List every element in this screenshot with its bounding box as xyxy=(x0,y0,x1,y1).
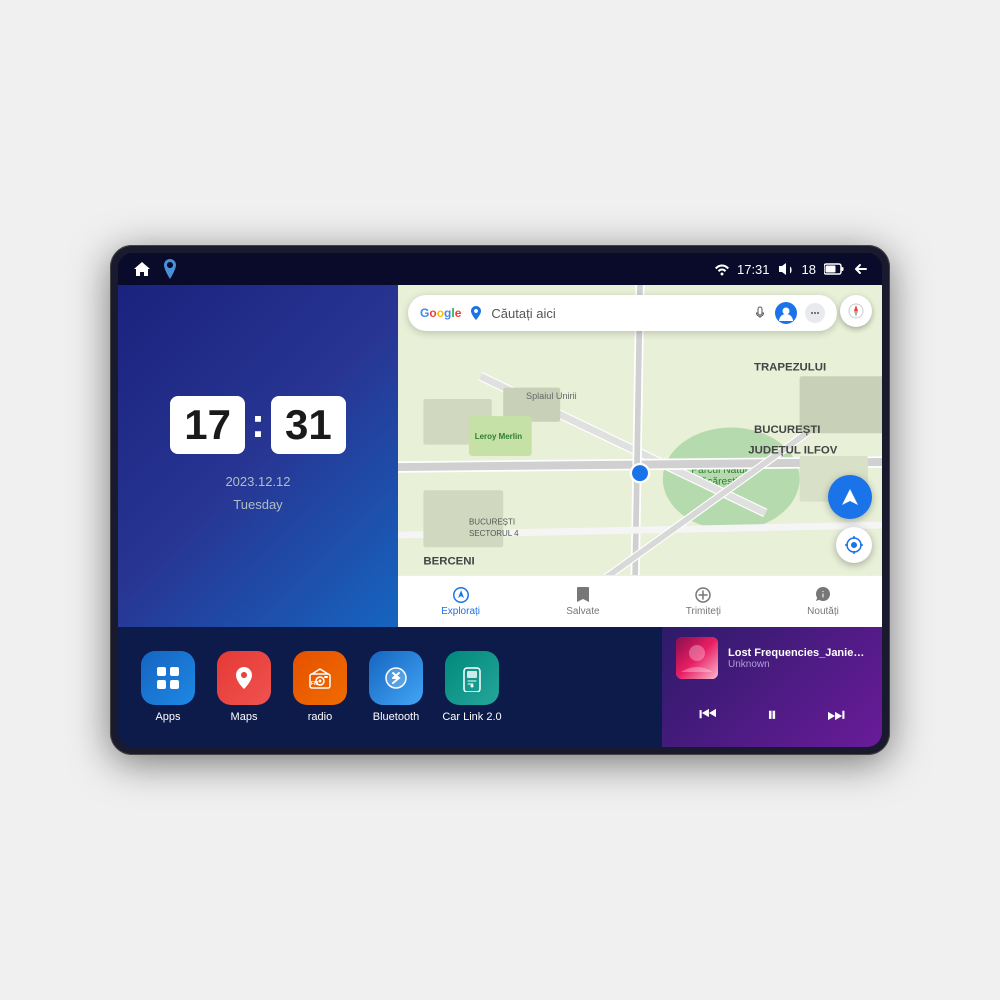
map-panel[interactable]: Parcul Natural Văcărești xyxy=(398,285,882,627)
explore-icon xyxy=(452,586,470,604)
back-icon[interactable] xyxy=(852,261,868,277)
map-contribute-btn[interactable]: Trimiteți xyxy=(686,586,721,617)
clock-panel: 17 : 31 2023.12.12 Tuesday xyxy=(118,285,398,627)
music-text: Lost Frequencies_Janieck Devy-... Unknow… xyxy=(728,647,868,670)
radio-icon: FM xyxy=(293,651,347,705)
maps-label: Maps xyxy=(231,711,258,723)
more-icon[interactable] xyxy=(805,303,825,323)
bluetooth-label: Bluetooth xyxy=(373,711,419,723)
svg-text:SECTORUL 4: SECTORUL 4 xyxy=(469,529,519,538)
svg-text:FM: FM xyxy=(311,681,318,687)
svg-text:Splaiul Unirii: Splaiul Unirii xyxy=(526,391,577,401)
map-saved-btn[interactable]: Salvate xyxy=(566,586,599,617)
apps-label: Apps xyxy=(155,711,180,723)
contribute-icon xyxy=(694,586,712,604)
map-search-bar[interactable]: Google Căutați aici xyxy=(408,295,837,331)
clock-display: 17 : 31 xyxy=(170,396,345,454)
status-left xyxy=(132,259,178,279)
map-pin-small xyxy=(469,306,483,320)
device-screen: 17:31 18 xyxy=(118,253,882,747)
map-top-right xyxy=(840,295,872,327)
status-bar: 17:31 18 xyxy=(118,253,882,285)
music-info: Lost Frequencies_Janieck Devy-... Unknow… xyxy=(676,637,868,679)
map-updates-btn[interactable]: Noutăți xyxy=(807,586,839,617)
music-thumbnail xyxy=(676,637,718,679)
music-title: Lost Frequencies_Janieck Devy-... xyxy=(728,647,868,659)
maps-pin-icon[interactable] xyxy=(162,259,178,279)
bottom-section: Apps Maps xyxy=(118,627,882,747)
contribute-label: Trimiteți xyxy=(686,606,721,617)
updates-label: Noutăți xyxy=(807,606,839,617)
home-icon[interactable] xyxy=(132,260,152,278)
clock-colon: : xyxy=(251,399,265,447)
music-controls: ⏮ ⏸ ⏭ xyxy=(676,693,868,737)
music-play-btn[interactable]: ⏸ xyxy=(754,697,790,733)
map-bottom-nav: Explorați Salvate xyxy=(398,575,882,627)
explore-label: Explorați xyxy=(441,606,480,617)
map-navigate-btn[interactable] xyxy=(828,475,872,519)
mic-icon[interactable] xyxy=(753,306,767,320)
music-next-btn[interactable]: ⏭ xyxy=(818,697,854,733)
signal-icon xyxy=(715,262,729,276)
saved-icon xyxy=(574,586,592,604)
radio-label: radio xyxy=(308,711,332,723)
carlink-icon xyxy=(445,651,499,705)
main-content: 17 : 31 2023.12.12 Tuesday xyxy=(118,285,882,747)
map-location-btn[interactable] xyxy=(836,527,872,563)
carlink-label: Car Link 2.0 xyxy=(442,711,501,723)
svg-text:BUCUREȘTI: BUCUREȘTI xyxy=(754,424,820,436)
time-display: 17:31 xyxy=(737,262,770,277)
day-text: Tuesday xyxy=(225,493,290,516)
apps-panel: Apps Maps xyxy=(118,627,662,747)
app-item-carlink[interactable]: Car Link 2.0 xyxy=(442,651,502,723)
apps-icon xyxy=(141,651,195,705)
music-prev-btn[interactable]: ⏮ xyxy=(690,697,726,733)
status-right: 17:31 18 xyxy=(715,261,868,277)
svg-text:TRAPEZULUI: TRAPEZULUI xyxy=(754,362,826,374)
search-icons xyxy=(753,302,825,324)
bluetooth-icon xyxy=(369,651,423,705)
battery-icon xyxy=(824,263,844,275)
app-item-maps[interactable]: Maps xyxy=(214,651,274,723)
car-display-device: 17:31 18 xyxy=(110,245,890,755)
saved-label: Salvate xyxy=(566,606,599,617)
volume-icon xyxy=(778,262,794,276)
svg-text:Leroy Merlin: Leroy Merlin xyxy=(475,432,523,441)
volume-level: 18 xyxy=(802,262,816,277)
svg-text:BERCENI: BERCENI xyxy=(423,555,474,567)
clock-hours: 17 xyxy=(170,396,245,454)
clock-minutes: 31 xyxy=(271,396,346,454)
svg-text:JUDEȚUL ILFOV: JUDEȚUL ILFOV xyxy=(748,445,837,457)
date-text: 2023.12.12 xyxy=(225,470,290,493)
music-artist: Unknown xyxy=(728,659,868,670)
top-section: 17 : 31 2023.12.12 Tuesday xyxy=(118,285,882,627)
search-placeholder[interactable]: Căutați aici xyxy=(491,306,745,321)
updates-icon xyxy=(814,586,832,604)
map-explore-btn[interactable]: Explorați xyxy=(441,586,480,617)
app-item-apps[interactable]: Apps xyxy=(138,651,198,723)
account-icon[interactable] xyxy=(775,302,797,324)
map-orientation-btn[interactable] xyxy=(840,295,872,327)
music-panel: Lost Frequencies_Janieck Devy-... Unknow… xyxy=(662,627,882,747)
maps-icon xyxy=(217,651,271,705)
clock-date: 2023.12.12 Tuesday xyxy=(225,470,290,517)
app-item-bluetooth[interactable]: Bluetooth xyxy=(366,651,426,723)
maps-logo: Google xyxy=(420,306,461,320)
app-item-radio[interactable]: FM radio xyxy=(290,651,350,723)
svg-text:BUCUREȘTI: BUCUREȘTI xyxy=(469,517,515,526)
